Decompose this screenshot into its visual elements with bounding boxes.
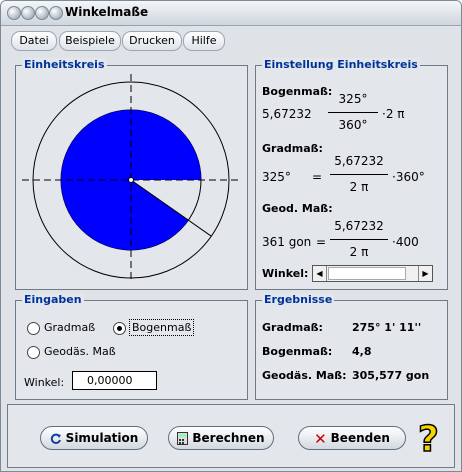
slider-thumb[interactable]: [327, 267, 406, 280]
settings-group: Einstellung Einheitskreis Bogenmaß: 5,67…: [255, 58, 448, 290]
geod-label: Geod. Maß:: [262, 202, 333, 215]
inputs-title: Eingaben: [22, 293, 84, 306]
beenden-button-label: Beenden: [330, 431, 390, 445]
gradmass-fraction-line: [330, 174, 388, 175]
gradmass-equals: =: [312, 170, 323, 184]
gradmass-suffix: ·360°: [392, 170, 425, 184]
result-gradmass-label: Gradmaß:: [262, 321, 323, 334]
menu-item-hilfe[interactable]: Hilfe: [183, 31, 225, 51]
result-geodaes-value: 305,577 gon: [352, 369, 430, 382]
gradmass-label: Gradmaß:: [262, 142, 323, 155]
refresh-icon: [50, 433, 61, 444]
unit-circle-plot: [22, 74, 240, 282]
berechnen-button-label: Berechnen: [192, 431, 265, 445]
bogenmass-value: 5,67232: [262, 107, 312, 121]
beenden-button[interactable]: ✕ Beenden: [298, 426, 406, 450]
radio-gradmass-label[interactable]: Gradmaß: [44, 321, 95, 334]
geod-value: 361 gon: [262, 235, 312, 249]
winkel-slider[interactable]: ◀ ▶: [312, 265, 433, 282]
bogenmass-fraction-line: [328, 112, 378, 113]
settings-title: Einstellung Einheitskreis: [262, 58, 420, 71]
menu-item-beispiele[interactable]: Beispiele: [59, 31, 121, 51]
slider-left-arrow-icon[interactable]: ◀: [313, 266, 327, 281]
geod-equals: =: [316, 235, 327, 249]
radio-bogenmass[interactable]: [113, 322, 126, 335]
window-control-icon[interactable]: [49, 6, 63, 20]
bogenmass-numerator: 325°: [338, 92, 368, 106]
radio-bogenmass-label[interactable]: Bogenmaß: [129, 319, 195, 336]
geod-denominator: 2 π: [349, 245, 369, 259]
result-bogenmass-label: Bogenmaß:: [262, 345, 333, 358]
svg-text:?: ?: [418, 419, 439, 459]
results-group: Ergebnisse Gradmaß: 275° 1' 11'' Bogenma…: [255, 293, 448, 400]
window-control-icon[interactable]: [7, 6, 21, 20]
bogenmass-label: Bogenmaß:: [262, 85, 333, 98]
geod-numerator: 5,67232: [334, 219, 384, 233]
geod-suffix: ·400: [392, 235, 419, 249]
menu-item-datei[interactable]: Datei: [11, 31, 57, 51]
window-control-icon[interactable]: [35, 6, 49, 20]
berechnen-button[interactable]: Berechnen: [168, 426, 274, 450]
results-title: Ergebnisse: [262, 293, 335, 306]
unit-circle-group: Einheitskreis: [15, 58, 248, 290]
button-bar: Simulation Berechnen ✕ Beenden ?: [7, 404, 455, 468]
result-bogenmass-value: 4,8: [352, 345, 372, 358]
gradmass-denominator: 2 π: [349, 180, 369, 194]
inputs-group: Eingaben Gradmaß Bogenmaß Geodäs. Maß Wi…: [15, 293, 248, 400]
winkel-input[interactable]: 0,00000: [72, 371, 157, 390]
gradmass-numerator: 5,67232: [334, 154, 384, 168]
help-question-icon[interactable]: ?: [414, 417, 448, 459]
center-point: [128, 177, 134, 183]
radio-geodaes-label[interactable]: Geodäs. Maß: [44, 345, 116, 358]
winkel-slider-label: Winkel:: [262, 267, 309, 280]
title-bar: Winkelmaße: [1, 1, 461, 26]
close-x-icon: ✕: [314, 429, 327, 448]
radio-gradmass[interactable]: [27, 322, 40, 335]
window-title: Winkelmaße: [65, 5, 149, 19]
app-window: Winkelmaße Datei Beispiele Drucken Hilfe…: [0, 0, 462, 472]
calculator-icon: [177, 432, 189, 445]
winkel-input-label: Winkel:: [24, 376, 65, 389]
slider-right-arrow-icon[interactable]: ▶: [418, 266, 432, 281]
radio-geodaes[interactable]: [27, 346, 40, 359]
result-gradmass-value: 275° 1' 11'': [352, 321, 422, 334]
geod-fraction-line: [330, 239, 388, 240]
simulation-button-label: Simulation: [65, 431, 139, 445]
bogenmass-denominator: 360°: [338, 118, 368, 132]
simulation-button[interactable]: Simulation: [40, 426, 148, 450]
result-geodaes-label: Geodäs. Maß:: [262, 369, 347, 382]
menu-item-drucken[interactable]: Drucken: [122, 31, 182, 51]
window-control-icon[interactable]: [21, 6, 35, 20]
bogenmass-suffix: ·2 π: [382, 107, 405, 121]
gradmass-value: 325°: [262, 170, 291, 184]
